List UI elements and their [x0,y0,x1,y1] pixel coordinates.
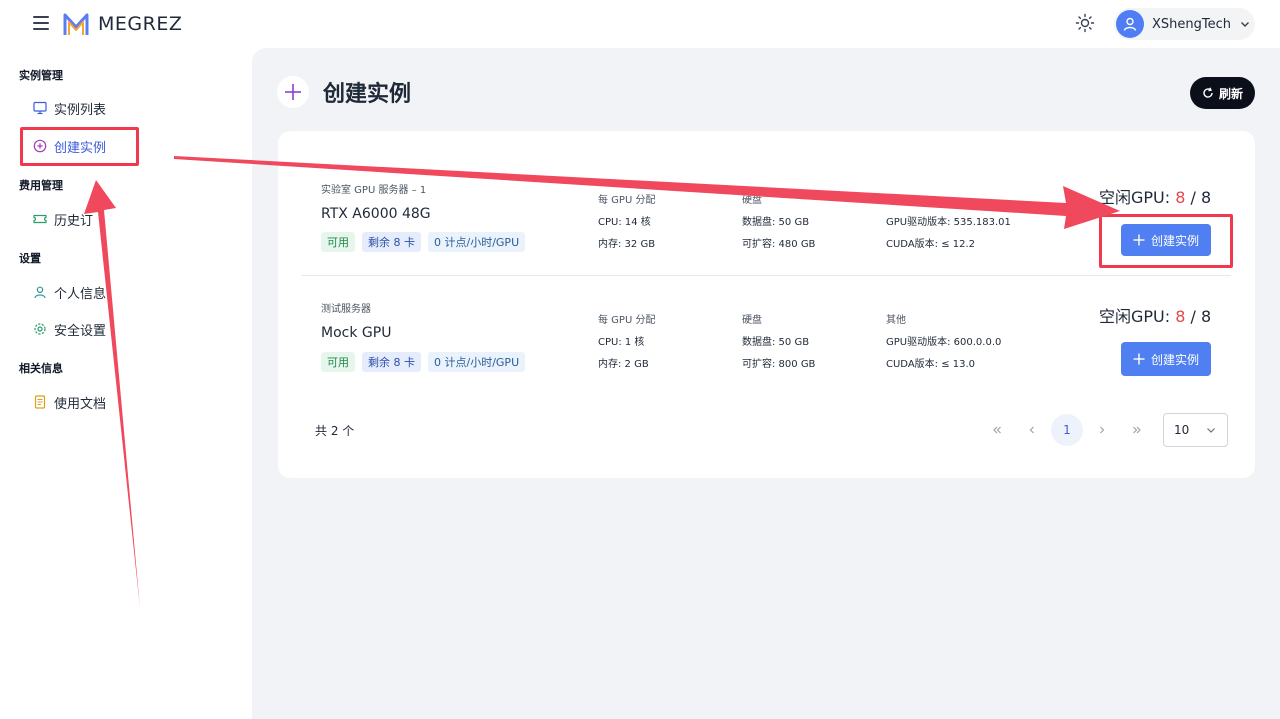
annotation-highlight-create-button [1099,214,1233,268]
first-page-button[interactable] [981,414,1013,446]
expandable-value: 可扩容: 800 GB [742,359,816,370]
chevron-down-icon [1241,22,1250,27]
sidebar-item-label: 个人信息 [54,286,107,302]
refresh-label: 刷新 [1218,86,1243,101]
user-name: XShengTech [1152,16,1232,32]
alloc-header: 每 GPU 分配 [598,195,656,206]
total-count: 共 2 个 [315,424,355,438]
sidebar-group-billing: 费用管理 [19,179,63,192]
driver-value: GPU驱动版本: 535.183.01 [886,217,1011,228]
monitor-icon [32,100,48,116]
data-disk-value: 数据盘: 50 GB [742,217,810,228]
ticket-icon [32,211,48,227]
alloc-header: 每 GPU 分配 [598,315,656,326]
cpu-value: CPU: 14 核 [598,217,651,228]
refresh-button[interactable]: 刷新 [1190,77,1255,109]
next-page-button[interactable] [1086,414,1118,446]
tag-group: 可用 剩余 8 卡 0 计点/小时/GPU [321,232,526,252]
menu-icon[interactable] [33,16,49,30]
pagination: 1 10 [981,413,1228,447]
chevron-down-icon [1207,428,1215,433]
page-header: 创建实例 [277,76,411,108]
remaining-badge: 剩余 8 卡 [362,232,421,252]
price-badge: 0 计点/小时/GPU [428,352,526,372]
disk-spec: 硬盘 数据盘: 50 GB 可扩容: 800 GB [742,310,815,376]
disk-header: 硬盘 [742,315,762,326]
other-spec: 其他 GPU驱动版本: 600.0.0.0 CUDA版本: ≤ 13.0 [886,310,1001,376]
sidebar-item-security[interactable]: 安全设置 [24,313,224,345]
chevrons-left-icon [993,426,1001,434]
plus-icon [1133,353,1145,365]
user-menu-button[interactable]: XShengTech [1114,8,1255,40]
gpu-name: RTX A6000 48G [321,206,431,222]
sidebar-group-instances: 实例管理 [19,69,63,82]
plus-icon [277,76,309,108]
cuda-value: CUDA版本: ≤ 13.0 [886,359,976,370]
page-button[interactable]: 1 [1051,414,1083,446]
idle-label: 空闲GPU: [1099,188,1171,207]
megrez-logo-icon [63,13,89,35]
mem-value: 内存: 2 GB [598,359,649,370]
app-name: MEGREZ [98,13,183,35]
idle-free: 8 [1175,188,1186,207]
prev-page-button[interactable] [1016,414,1048,446]
last-page-button[interactable] [1121,414,1153,446]
page-size-value: 10 [1174,423,1190,437]
price-badge: 0 计点/小时/GPU [428,232,526,252]
sidebar-item-profile[interactable]: 个人信息 [24,276,224,308]
status-badge: 可用 [321,232,355,252]
other-header: 其他 [886,315,906,326]
sun-icon[interactable] [1075,13,1095,33]
disk-spec: 硬盘 数据盘: 50 GB 可扩容: 480 GB [742,190,815,256]
data-disk-value: 数据盘: 50 GB [742,337,810,348]
remaining-badge: 剩余 8 卡 [362,352,421,372]
driver-value: GPU驱动版本: 600.0.0.0 [886,337,1002,348]
disk-header: 硬盘 [742,195,762,206]
server-label: 实验室 GPU 服务器 – 1 [321,185,427,196]
alloc-spec: 每 GPU 分配 CPU: 14 核 内存: 32 GB [598,190,655,256]
idle-gpu-count: 空闲GPU: 8 / 8 [1099,184,1211,208]
user-icon [1123,17,1137,31]
sidebar-item-order-history[interactable]: 历史订 [24,203,224,235]
cpu-value: CPU: 1 核 [598,337,645,348]
chevron-left-icon [1029,426,1034,434]
sidebar-item-label: 实例列表 [54,102,107,118]
avatar [1116,10,1144,38]
annotation-highlight-sidebar [20,127,139,166]
gear-icon [32,321,48,337]
chevron-right-icon [1100,426,1105,434]
page-size-select[interactable]: 10 [1163,413,1228,447]
top-header: MEGREZ XShengTech [0,0,1280,48]
page-title: 创建实例 [323,82,412,107]
idle-total: / 8 [1190,188,1212,207]
other-spec: GPU驱动版本: 535.183.01 CUDA版本: ≤ 12.2 [886,190,1011,256]
alloc-spec: 每 GPU 分配 CPU: 1 核 内存: 2 GB [598,310,655,376]
idle-gpu-count: 空闲GPU: 8 / 8 [1099,303,1211,327]
chevrons-right-icon [1133,426,1141,434]
idle-label: 空闲GPU: [1099,307,1171,326]
sidebar-group-settings: 设置 [19,252,41,265]
create-instance-button[interactable]: 创建实例 [1121,342,1211,376]
idle-total: / 8 [1190,307,1212,326]
status-badge: 可用 [321,352,355,372]
tag-group: 可用 剩余 8 卡 0 计点/小时/GPU [321,352,526,372]
gpu-name: Mock GPU [321,325,392,341]
server-label: 测试服务器 [321,304,371,315]
server-list-card: 实验室 GPU 服务器 – 1 RTX A6000 48G 可用 剩余 8 卡 … [278,131,1255,478]
sidebar-item-label: 历史订 [54,213,94,229]
idle-free: 8 [1175,307,1186,326]
user-icon [32,284,48,300]
sidebar-item-docs[interactable]: 使用文档 [24,386,224,418]
refresh-icon [1203,87,1213,98]
document-icon [32,394,48,410]
sidebar-item-label: 使用文档 [54,396,107,412]
sidebar-item-label: 安全设置 [54,323,107,339]
other-header [886,190,1011,212]
sidebar-item-instance-list[interactable]: 实例列表 [24,92,224,124]
sidebar-group-resources: 相关信息 [19,362,63,375]
list-item: 测试服务器 Mock GPU 可用 剩余 8 卡 0 计点/小时/GPU 每 G… [278,251,1255,376]
create-label: 创建实例 [1150,352,1199,367]
